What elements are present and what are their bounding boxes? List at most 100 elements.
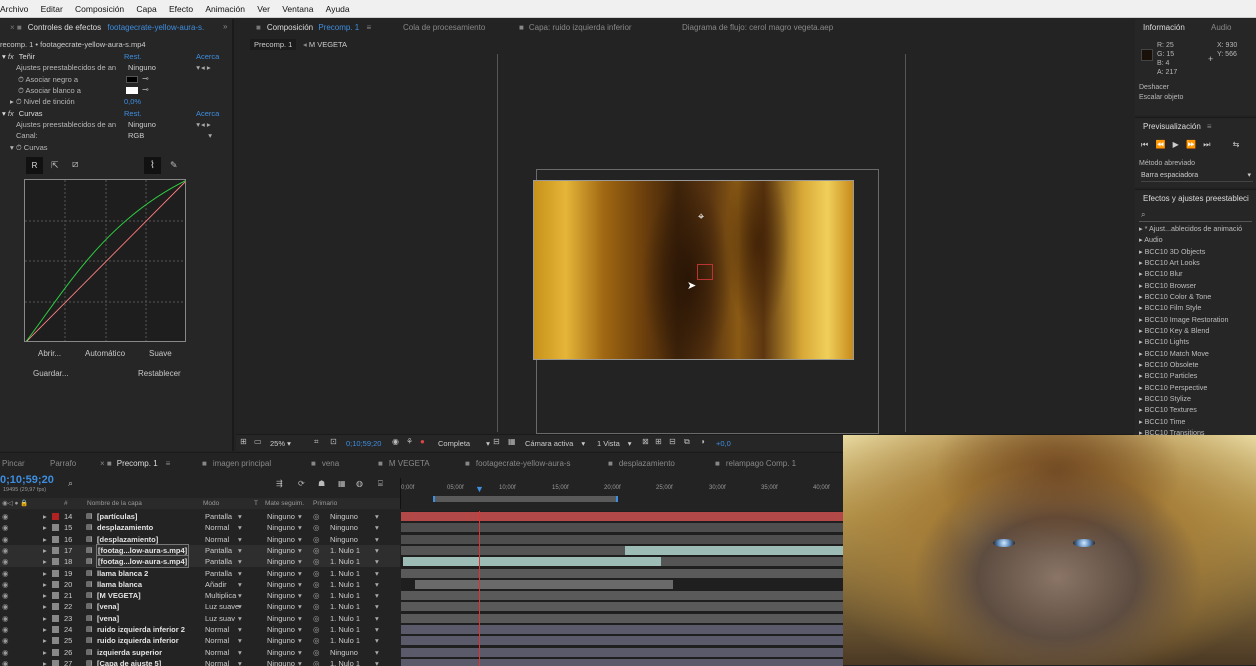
layer-parent[interactable]: 1. Nulo 1 bbox=[330, 635, 360, 646]
prev-frame-icon[interactable]: ⏪ bbox=[1155, 140, 1165, 149]
work-area-bar[interactable] bbox=[433, 496, 618, 502]
parent-dropdown-icon[interactable]: ▾ bbox=[375, 534, 379, 545]
timeline-tab[interactable]: Parrafo bbox=[50, 455, 76, 473]
parent-dropdown-icon[interactable]: ▾ bbox=[375, 568, 379, 579]
layer-matte[interactable]: Ninguno bbox=[267, 624, 295, 635]
anchor-point-icon[interactable]: ⌖ bbox=[698, 211, 704, 224]
label-color-icon[interactable] bbox=[52, 524, 59, 532]
tint-reset-link[interactable]: Rest. bbox=[124, 51, 142, 62]
play-icon[interactable]: ▶ bbox=[1173, 140, 1179, 149]
layer-duration-bar[interactable] bbox=[401, 568, 843, 578]
layer-parent[interactable]: 1. Nulo 1 bbox=[330, 545, 360, 556]
layer-tab[interactable]: ■ Capa: ruido izquierda inferior bbox=[519, 19, 632, 37]
switches-icons[interactable]: ◉◁ ● 🔒 bbox=[2, 498, 28, 509]
layer-name[interactable]: llama blanca 2 bbox=[97, 568, 148, 579]
pencil-icon[interactable]: ✎ bbox=[170, 160, 178, 171]
visibility-eye-icon[interactable]: ◉ bbox=[2, 613, 9, 624]
effects-item[interactable]: ▸ * Ajust...ablecidos de animació bbox=[1139, 223, 1242, 234]
matte-dropdown-icon[interactable]: ▾ bbox=[298, 624, 302, 635]
layer-parent[interactable]: Ninguno bbox=[330, 511, 358, 522]
table-row[interactable]: ◉ ▸ 25 ▤ ruido izquierda inferior Normal ▾ Ning… bbox=[0, 635, 400, 647]
parent-pick-whip-icon[interactable]: ◎ bbox=[313, 545, 320, 556]
flowchart-icon[interactable]: ⧉ bbox=[684, 437, 690, 447]
layer-duration-bar[interactable] bbox=[401, 613, 843, 623]
expand-arrow-icon[interactable]: ▸ bbox=[43, 534, 47, 545]
matte-dropdown-icon[interactable]: ▾ bbox=[298, 556, 302, 567]
expand-arrow-icon[interactable]: ▸ bbox=[43, 522, 47, 533]
views-dropdown[interactable]: 1 Vista ▾ bbox=[597, 438, 632, 449]
layer-duration-bar[interactable] bbox=[401, 512, 843, 521]
expand-arrow-icon[interactable]: ▸ bbox=[43, 624, 47, 635]
expand-arrow-icon[interactable]: ▸ bbox=[43, 511, 47, 522]
parent-pick-whip-icon[interactable]: ◎ bbox=[313, 556, 320, 567]
mode-dropdown-icon[interactable]: ▾ bbox=[238, 647, 242, 658]
layer-matte[interactable]: Ninguno bbox=[267, 522, 295, 533]
parent-pick-whip-icon[interactable]: ◎ bbox=[313, 522, 320, 533]
graph-editor-icon[interactable]: ⌸ bbox=[378, 479, 383, 489]
table-row[interactable]: ◉ ▸ 20 ▤ llama blanca Añadir ▾ Ninguno ▾ ◎ 1. Nulo… bbox=[0, 578, 400, 591]
frame-blend-icon[interactable]: ▦ bbox=[338, 479, 346, 488]
table-row[interactable]: ◉ ▸ 23 ▤ [vena] Luz suav ▾ Ninguno ▾ ◎ 1. Nulo 1 ▾ bbox=[0, 612, 400, 624]
preview-method-dropdown[interactable]: Barra espaciadora ▾ bbox=[1141, 170, 1253, 182]
parent-pick-whip-icon[interactable]: ◎ bbox=[313, 511, 320, 522]
visibility-eye-icon[interactable]: ◉ bbox=[2, 534, 9, 545]
parent-dropdown-icon[interactable]: ▾ bbox=[375, 590, 379, 601]
layer-matte[interactable]: Ninguno bbox=[267, 579, 295, 590]
parent-dropdown-icon[interactable]: ▾ bbox=[375, 635, 379, 646]
effects-item[interactable]: ▸ Audio bbox=[1139, 234, 1163, 245]
table-row[interactable]: ◉ ▸ 16 ▤ [desplazamiento] Normal ▾ Ninguno ▾ ◎ Nin… bbox=[0, 533, 400, 545]
effects-presets-tab[interactable]: Efectos y ajustes preestableci bbox=[1143, 190, 1249, 208]
layer-name[interactable]: [M VEGETA] bbox=[97, 590, 141, 601]
parent-dropdown-icon[interactable]: ▾ bbox=[375, 511, 379, 522]
visibility-eye-icon[interactable]: ◉ bbox=[2, 522, 9, 533]
motion-blur-icon[interactable]: ◍ bbox=[356, 479, 363, 488]
label-color-icon[interactable] bbox=[52, 569, 59, 577]
parent-pick-whip-icon[interactable]: ◎ bbox=[313, 601, 320, 612]
curves-preset-arrows[interactable]: ◂ ▸ bbox=[201, 119, 211, 130]
menu-layer[interactable]: Capa bbox=[132, 0, 162, 18]
expand-arrow-icon[interactable]: ▸ bbox=[43, 613, 47, 624]
tint-amount-value[interactable]: 0,0% bbox=[124, 96, 141, 107]
effects-item[interactable]: ▸ BCC10 Textures bbox=[1139, 404, 1197, 415]
monitor-icon[interactable]: ▭ bbox=[254, 437, 262, 446]
parent-dropdown-icon[interactable]: ▾ bbox=[375, 522, 379, 533]
layer-mode[interactable]: Luz suav bbox=[205, 613, 235, 624]
matte-dropdown-icon[interactable]: ▾ bbox=[298, 613, 302, 624]
effects-item[interactable]: ▸ BCC10 Browser bbox=[1139, 280, 1196, 291]
draft-3d-icon[interactable]: ⟳ bbox=[298, 479, 305, 488]
matte-dropdown-icon[interactable]: ▾ bbox=[298, 522, 302, 533]
matte-dropdown-icon[interactable]: ▾ bbox=[298, 601, 302, 612]
camera-dropdown[interactable]: Cámara activa ▾ bbox=[525, 438, 585, 449]
comp-subtab-vegeta[interactable]: ◂ M VEGETA bbox=[303, 39, 347, 50]
parent-pick-whip-icon[interactable]: ◎ bbox=[313, 635, 320, 646]
label-color-icon[interactable] bbox=[52, 535, 59, 543]
layer-parent[interactable]: 1. Nulo 1 bbox=[330, 624, 360, 635]
layer-duration-bar[interactable] bbox=[403, 557, 661, 567]
mode-dropdown-icon[interactable]: ▾ bbox=[238, 579, 242, 590]
timeline-tab[interactable]: ■ M VEGETA bbox=[378, 455, 430, 473]
timeline-icon[interactable]: ⊟ bbox=[669, 437, 676, 446]
matte-dropdown-icon[interactable]: ▾ bbox=[298, 635, 302, 646]
effect-tint-header[interactable]: ▾ fx Teñir bbox=[2, 51, 35, 62]
region-icon[interactable]: ⊟ bbox=[493, 437, 500, 446]
layer-parent[interactable]: 1. Nulo 1 bbox=[330, 556, 360, 567]
label-color-icon[interactable] bbox=[52, 614, 59, 622]
comp-flowchart-icon[interactable]: ⇶ bbox=[276, 479, 283, 488]
curves-reset-button[interactable]: Restablecer bbox=[138, 369, 181, 378]
mode-dropdown-icon[interactable]: ▾ bbox=[238, 511, 242, 522]
layer-parent[interactable]: 1. Nulo 1 bbox=[330, 613, 360, 624]
mode-dropdown-icon[interactable]: ▾ bbox=[238, 613, 242, 624]
mode-dropdown-icon[interactable]: ▾ bbox=[238, 601, 242, 612]
layer-matte[interactable]: Ninguno bbox=[267, 601, 295, 612]
mode-dropdown-icon[interactable]: ▾ bbox=[238, 545, 242, 556]
menu-help[interactable]: Ayuda bbox=[322, 0, 356, 18]
timeline-tab[interactable]: ■ imagen principal bbox=[202, 455, 271, 473]
layer-name[interactable]: izquierda superior bbox=[97, 647, 162, 658]
resolution-dropdown[interactable]: Completa ▾ bbox=[438, 438, 490, 449]
layer-parent[interactable]: 1. Nulo 1 bbox=[330, 601, 360, 612]
curves-about-link[interactable]: Acerca bbox=[196, 108, 219, 119]
menu-animation[interactable]: Animación bbox=[201, 0, 251, 18]
layer-mode[interactable]: Normal bbox=[205, 647, 229, 658]
effects-item[interactable]: ▸ BCC10 Particles bbox=[1139, 370, 1197, 381]
table-row[interactable]: ◉ ▸ 17 ▤ [footag...low-aura-s.mp4] Pantalla ▾ N… bbox=[0, 543, 400, 558]
